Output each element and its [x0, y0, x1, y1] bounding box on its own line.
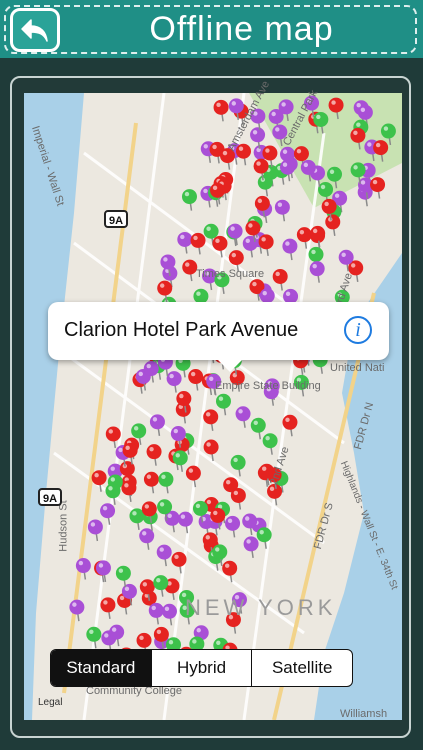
page-title: Offline map — [149, 10, 334, 48]
map-label-williamsh: Williamsh — [340, 708, 388, 720]
legal-link[interactable]: Legal — [38, 697, 62, 708]
back-arrow-icon — [21, 19, 48, 42]
place-callout[interactable]: Clarion Hotel Park Avenue i — [48, 302, 389, 372]
map-label-hudson: Hudson St — [57, 500, 70, 552]
map-type-segmented-control[interactable]: Standard Hybrid Satellite — [50, 649, 353, 687]
callout-title: Clarion Hotel Park Avenue — [64, 319, 299, 341]
info-icon[interactable]: i — [344, 316, 372, 344]
map-view[interactable] — [24, 93, 402, 720]
segment-standard[interactable]: Standard — [51, 650, 151, 686]
map-label-un: United Nati — [330, 362, 385, 374]
segment-hybrid[interactable]: Hybrid — [150, 650, 252, 686]
app-header: Offline map — [0, 0, 423, 58]
map-canvas[interactable] — [24, 93, 402, 720]
back-button[interactable] — [10, 8, 60, 52]
map-label-empire-state: Empire State Building — [215, 380, 321, 392]
highway-shield-9a-bottom: 9A — [38, 488, 62, 506]
map-label-new-york: NEW YORK — [185, 595, 337, 620]
highway-shield-9a-top: 9A — [104, 210, 128, 228]
map-label-times-square: Times Square — [196, 268, 265, 280]
segment-satellite[interactable]: Satellite — [251, 650, 352, 686]
